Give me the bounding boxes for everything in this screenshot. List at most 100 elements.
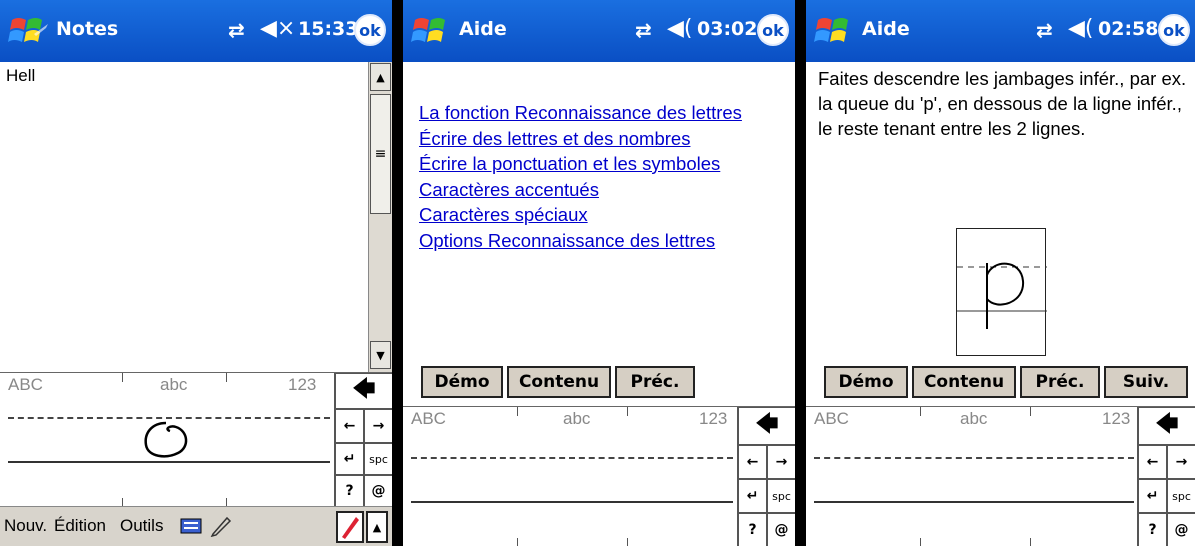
menu-bar: Nouv. Édition Outils ▲	[0, 506, 392, 546]
recognizer-keys: 🡄 ← → ↵ spc ? @	[1137, 407, 1195, 546]
help-link-letters-numbers[interactable]: Écrire des lettres et des nombres	[419, 126, 742, 152]
enter-key[interactable]: ↵	[1138, 479, 1167, 513]
letter-p-illustration	[957, 262, 1047, 329]
help-link-punctuation[interactable]: Écrire la ponctuation et les symboles	[419, 151, 742, 177]
menu-new[interactable]: Nouv.	[4, 516, 47, 536]
number-zone-label: 123	[1102, 409, 1131, 428]
space-key[interactable]: spc	[1167, 479, 1195, 513]
app-title: Aide	[459, 18, 507, 40]
speaker-icon[interactable]: ◀(	[1068, 16, 1094, 41]
menu-edit[interactable]: Édition	[54, 516, 106, 536]
zone-divider	[226, 373, 227, 382]
start-menu-icon[interactable]	[8, 14, 50, 48]
previous-button[interactable]: Préc.	[615, 366, 695, 398]
note-editor[interactable]: Hell	[0, 62, 368, 372]
help-link-options[interactable]: Options Reconnaissance des lettres	[419, 228, 742, 254]
start-menu-icon[interactable]	[411, 14, 453, 48]
connectivity-icon[interactable]: ⇄	[1036, 18, 1053, 42]
ok-button[interactable]: ok	[1158, 14, 1190, 46]
help-topic-list: La fonction Reconnaissance des lettres É…	[419, 100, 742, 253]
note-text: Hell	[6, 66, 36, 85]
letter-recognizer-panel[interactable]: ABC abc 123 🡄 ← → ↵ spc ? @	[806, 406, 1195, 546]
scroll-thumb[interactable]: ≡	[370, 94, 391, 214]
enter-key[interactable]: ↵	[335, 443, 364, 475]
help-link-accents[interactable]: Caractères accentués	[419, 177, 742, 203]
left-arrow-key[interactable]: ←	[335, 409, 364, 443]
symbol-key[interactable]: @	[364, 475, 392, 507]
lowercase-zone-label: abc	[563, 409, 591, 428]
zone-divider	[920, 538, 921, 546]
baseline-guide	[814, 457, 1134, 459]
right-arrow-key[interactable]: →	[364, 409, 392, 443]
scroll-up-button[interactable]: ▲	[370, 63, 391, 91]
speaker-icon[interactable]: ◀(	[667, 16, 693, 41]
scroll-down-button[interactable]: ▼	[370, 341, 391, 369]
speaker-muted-icon[interactable]: ◀×	[260, 16, 295, 41]
right-arrow-key[interactable]: →	[767, 445, 795, 479]
demo-button[interactable]: Démo	[824, 366, 908, 398]
descender-demo-image	[956, 228, 1047, 356]
lowercase-zone-label: abc	[160, 375, 188, 394]
clock[interactable]: 02:58	[1098, 18, 1158, 40]
input-menu-arrow[interactable]: ▲	[366, 511, 388, 543]
letter-recognizer-panel[interactable]: ABC abc 123 🡄 ← → ↵ spc ? @	[403, 406, 795, 546]
connectivity-icon[interactable]: ⇄	[635, 18, 652, 42]
clock[interactable]: 15:33	[298, 18, 358, 40]
space-key[interactable]: spc	[364, 443, 392, 475]
space-key[interactable]: spc	[767, 479, 795, 513]
zone-divider	[920, 407, 921, 416]
recognizer-keys: 🡄 ← → ↵ spc ? @	[737, 407, 795, 546]
handwritten-stroke	[144, 421, 188, 458]
left-arrow-key[interactable]: ←	[738, 445, 767, 479]
red-pen-icon	[342, 517, 359, 539]
clock[interactable]: 03:02	[697, 18, 757, 40]
help-descender-screen: Aide ⇄ ◀( 02:58 ok Faites descendre les …	[806, 0, 1195, 546]
menu-tools[interactable]: Outils	[120, 516, 163, 536]
number-zone-label: 123	[699, 409, 728, 428]
zone-divider	[627, 407, 628, 416]
bottom-guide	[411, 501, 733, 503]
left-arrow-key[interactable]: ←	[1138, 445, 1167, 479]
previous-button[interactable]: Préc.	[1020, 366, 1100, 398]
backspace-key[interactable]: 🡄	[1138, 407, 1195, 445]
help-link-special-chars[interactable]: Caractères spéciaux	[419, 202, 742, 228]
input-method-button[interactable]	[336, 511, 364, 543]
help-paragraph: Faites descendre les jambages infér., pa…	[818, 68, 1187, 139]
uppercase-zone-label: ABC	[411, 409, 446, 428]
zone-divider	[1030, 538, 1031, 546]
title-bar: Aide ⇄ ◀( 02:58 ok	[806, 0, 1195, 62]
ok-button[interactable]: ok	[354, 14, 386, 46]
pen-icon[interactable]	[210, 515, 232, 537]
letter-recognizer-panel[interactable]: ABC abc 123 🡄 ← → ↵ spc ? @	[0, 372, 392, 507]
ok-button[interactable]: ok	[757, 14, 789, 46]
uppercase-zone-label: ABC	[8, 375, 43, 394]
zone-divider	[1030, 407, 1031, 416]
symbol-key[interactable]: @	[767, 513, 795, 546]
title-bar: Notes ⇄ ◀× 15:33 ok	[0, 0, 392, 62]
contents-button[interactable]: Contenu	[507, 366, 611, 398]
symbol-key[interactable]: @	[1167, 513, 1195, 546]
help-link-recognizer[interactable]: La fonction Reconnaissance des lettres	[419, 100, 742, 126]
demo-button[interactable]: Démo	[421, 366, 503, 398]
baseline-guide	[411, 457, 733, 459]
help-key[interactable]: ?	[335, 475, 364, 507]
app-title: Notes	[56, 18, 119, 40]
enter-key[interactable]: ↵	[738, 479, 767, 513]
next-button[interactable]: Suiv.	[1104, 366, 1188, 398]
help-key[interactable]: ?	[1138, 513, 1167, 546]
vertical-scrollbar[interactable]: ▲ ≡ ▼	[368, 62, 392, 372]
recognizer-keys: 🡄 ← → ↵ spc ? @	[334, 373, 392, 507]
notes-screen: Notes ⇄ ◀× 15:33 ok Hell ▲ ≡ ▼ ABC abc 1…	[0, 0, 392, 546]
title-bar: Aide ⇄ ◀( 03:02 ok	[403, 0, 795, 62]
connectivity-icon[interactable]: ⇄	[228, 18, 245, 42]
backspace-key[interactable]: 🡄	[738, 407, 795, 445]
keyboard-icon[interactable]	[180, 517, 202, 535]
zone-divider	[517, 407, 518, 416]
backspace-key[interactable]: 🡄	[335, 373, 392, 409]
help-key[interactable]: ?	[738, 513, 767, 546]
right-arrow-key[interactable]: →	[1167, 445, 1195, 479]
start-menu-icon[interactable]	[814, 14, 856, 48]
contents-button[interactable]: Contenu	[912, 366, 1016, 398]
help-index-screen: Aide ⇄ ◀( 03:02 ok La fonction Reconnais…	[403, 0, 795, 546]
zone-divider	[122, 373, 123, 382]
